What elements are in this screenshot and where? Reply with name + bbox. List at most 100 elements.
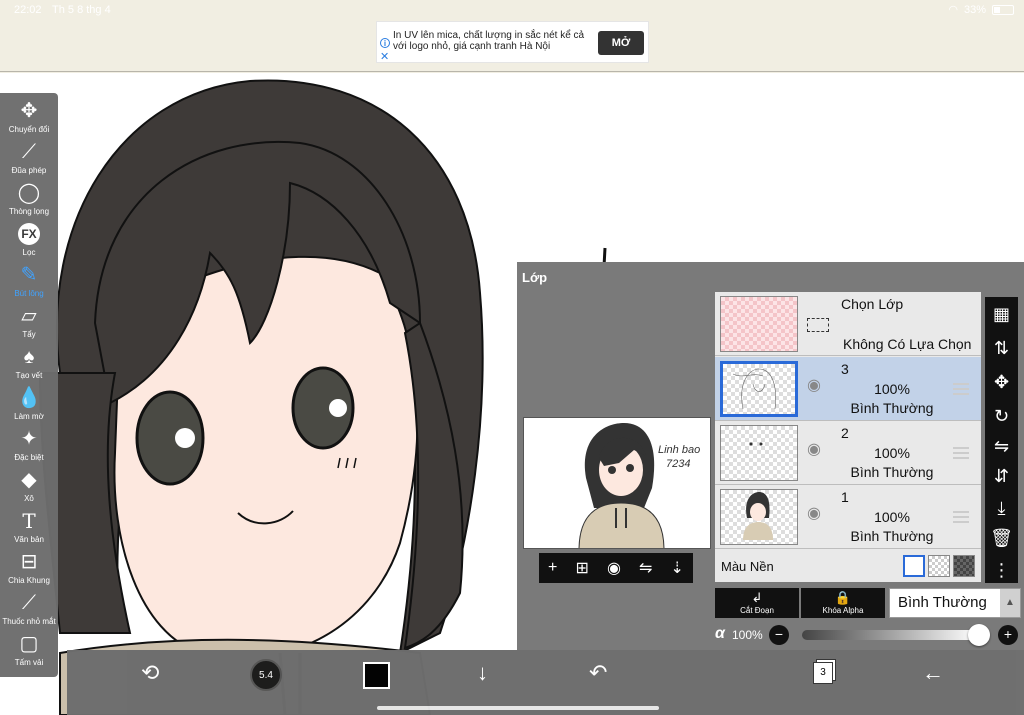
tool-blur[interactable]: 💧 Làm mờ — [0, 386, 58, 426]
layer-row[interactable]: ◉ 1 100% Bình Thường — [715, 485, 981, 549]
drag-handle-icon[interactable] — [953, 383, 969, 395]
lock-icon: 🔒 — [834, 590, 852, 605]
tool-label: Văn bản — [14, 535, 44, 544]
trash-icon[interactable]: 🗑 — [985, 523, 1018, 553]
flip-vertical-icon[interactable]: ⇵ — [985, 461, 1018, 491]
opacity-slider-knob[interactable] — [968, 624, 990, 646]
tool-label: Xô — [24, 494, 34, 503]
layer-row[interactable]: ◉ 3 100% Bình Thường — [715, 357, 981, 421]
clipping-label: Cắt Đoạn — [740, 606, 774, 615]
tool-filter[interactable]: FX Lọc — [0, 222, 58, 262]
preview-toolbar: + ⊞ ◉ ⇋ ⇣ — [539, 553, 693, 583]
layer-thumbnail — [720, 361, 798, 417]
smudge-icon: ♠ — [23, 346, 35, 368]
layer-row[interactable]: ◉ 2 100% Bình Thường — [715, 421, 981, 485]
layer-list: Chọn Lớp Không Có Lựa Chọn ◉ 3 100% Bình… — [715, 292, 981, 582]
layer-count-button[interactable]: 3 — [813, 662, 833, 684]
tool-text[interactable]: T Văn bản — [0, 509, 58, 549]
ad-open-button[interactable]: MỞ — [598, 31, 644, 55]
tool-label: Lọc — [22, 248, 36, 257]
wifi-icon: ◠ — [948, 4, 958, 16]
more-options-icon[interactable]: ⋮ — [985, 555, 1018, 585]
opacity-slider[interactable] — [802, 630, 978, 640]
selection-layer-subtitle: Không Có Lựa Chọn — [843, 336, 972, 352]
alpha-lock-button[interactable]: 🔒 Khóa Alpha — [801, 588, 885, 618]
special-icon: ✦ — [20, 428, 38, 450]
tool-special[interactable]: ✦ Đặc biệt — [0, 427, 58, 467]
ad-text: In UV lên mica, chất lượng in sắc nét kể… — [393, 30, 585, 52]
tool-canvas[interactable]: ▢ Tấm vải — [0, 632, 58, 672]
tool-lasso[interactable]: ◯ Thòng lọng — [0, 181, 58, 221]
layer-blend-mode: Bình Thường — [850, 464, 934, 480]
tool-label: Thòng lọng — [8, 207, 50, 216]
opacity-row: α 100% − + — [517, 622, 1024, 650]
transform-toggle-icon[interactable]: ⟲ — [141, 660, 159, 686]
background-transparent-swatch[interactable] — [928, 555, 950, 577]
layer-visibility-icon[interactable]: ◉ — [807, 506, 829, 522]
ad-info-icon[interactable]: i — [380, 38, 390, 48]
selection-layer-row[interactable]: Chọn Lớp Không Có Lựa Chọn — [715, 292, 981, 356]
move-layer-icon[interactable]: ✥ — [985, 367, 1018, 397]
tool-label: Đũa phép — [11, 166, 47, 175]
layer-swap-icon[interactable]: ⇅ — [985, 333, 1018, 363]
blend-mode-select[interactable]: Bình Thường ▲ — [889, 588, 1021, 618]
background-color-label: Màu Nền — [721, 559, 774, 574]
tool-bucket[interactable]: ◆ Xô — [0, 468, 58, 508]
layer-thumbnail — [720, 425, 798, 481]
undo-icon[interactable]: ↶ — [589, 660, 607, 686]
merge-down-layer-icon[interactable]: ⤓ — [985, 493, 1018, 523]
rotate-layer-icon[interactable]: ↻ — [985, 401, 1018, 431]
tool-smudge[interactable]: ♠ Tạo vết — [0, 345, 58, 385]
current-color-swatch[interactable] — [363, 662, 390, 689]
layer-panel-title: Lớp — [522, 270, 548, 285]
canvas-preview: Linh bao 7234 — [523, 417, 711, 549]
text-icon: T — [22, 509, 36, 533]
layer-visibility-icon[interactable]: ◉ — [807, 378, 829, 394]
tool-brush[interactable]: ✎ Bút lông — [0, 263, 58, 303]
ad-banner[interactable]: i ✕ In UV lên mica, chất lượng in sắc né… — [376, 21, 649, 63]
eyedropper-icon: ⟋ — [22, 592, 36, 614]
home-indicator — [377, 706, 659, 710]
clipping-icon: ↲ — [751, 590, 763, 605]
tool-transform[interactable]: ✥ Chuyển đổi — [0, 99, 58, 139]
back-arrow-icon[interactable]: ← — [922, 660, 944, 686]
preview-signature-line2: 7234 — [666, 458, 691, 470]
flip-layer-icon[interactable]: ⇋ — [985, 431, 1018, 461]
add-layer-icon[interactable]: + — [548, 559, 557, 577]
camera-icon[interactable]: ◉ — [607, 558, 621, 578]
layer-2-dots — [749, 442, 763, 446]
background-dark-swatch[interactable] — [953, 555, 975, 577]
preview-artwork — [578, 423, 665, 548]
bottom-bar: ⟲ 5.4 ↓ ↶ 3 ← — [67, 650, 1024, 715]
bucket-icon: ◆ — [21, 469, 37, 491]
alpha-symbol: α — [715, 625, 725, 642]
tool-eyedropper[interactable]: ⟋ Thuốc nhỏ mắt — [0, 591, 58, 631]
tool-magic-wand[interactable]: ⟋ Đũa phép — [0, 140, 58, 180]
alpha-lock-label: Khóa Alpha — [822, 606, 864, 615]
layer-name: 1 — [841, 489, 849, 505]
down-arrow-icon[interactable]: ↓ — [477, 660, 488, 686]
brush-icon: ✎ — [20, 264, 38, 286]
merge-down-icon[interactable]: ⇣ — [671, 558, 684, 578]
add-image-layer-icon[interactable]: ⊞ — [575, 558, 588, 578]
background-white-swatch[interactable] — [903, 555, 925, 577]
opacity-value: 100% — [732, 628, 763, 642]
drag-handle-icon[interactable] — [953, 447, 969, 459]
layer-opacity: 100% — [874, 509, 910, 525]
tool-frame-divider[interactable]: ⊟ Chia Khung — [0, 550, 58, 590]
layer-opacity: 100% — [874, 445, 910, 461]
status-time: 22:02 — [14, 4, 42, 16]
layer-visibility-icon[interactable]: ◉ — [807, 442, 829, 458]
opacity-decrease-button[interactable]: − — [769, 625, 789, 645]
frame-divider-icon: ⊟ — [20, 551, 38, 573]
opacity-increase-button[interactable]: + — [998, 625, 1018, 645]
dropdown-arrow-icon: ▲ — [1000, 589, 1020, 617]
checkerboard-icon[interactable]: ▦ — [985, 299, 1018, 329]
tool-label: Tạo vết — [15, 371, 43, 380]
clipping-button[interactable]: ↲ Cắt Đoạn — [715, 588, 799, 618]
tool-eraser[interactable]: ▱ Tẩy — [0, 304, 58, 344]
brush-size-indicator[interactable]: 5.4 — [250, 659, 282, 691]
ad-close-icon[interactable]: ✕ — [380, 50, 389, 63]
drag-handle-icon[interactable] — [953, 511, 969, 523]
flip-horizontal-icon[interactable]: ⇋ — [639, 558, 652, 578]
